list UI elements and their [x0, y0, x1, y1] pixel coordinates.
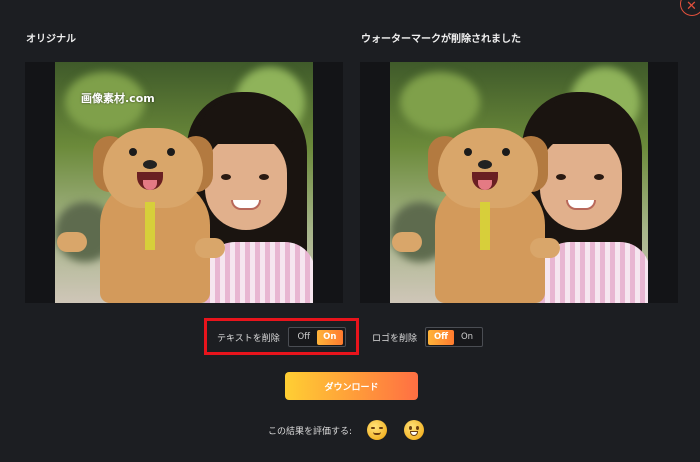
logo-remove-control: ロゴを削除 Off On	[372, 327, 484, 347]
logo-remove-on-option[interactable]: On	[454, 330, 480, 345]
result-photo	[390, 62, 648, 303]
smiling-face-icon[interactable]	[404, 420, 425, 440]
result-image-frame	[360, 62, 678, 303]
original-photo: 画像素材.com	[55, 62, 313, 303]
download-button[interactable]: ダウンロード	[285, 372, 418, 400]
logo-remove-off-option[interactable]: Off	[428, 329, 455, 345]
close-icon[interactable]: ✕	[680, 0, 700, 16]
original-panel-title: オリジナル	[26, 34, 76, 45]
original-image-frame: 画像素材.com	[25, 62, 343, 303]
neutral-face-icon[interactable]	[367, 420, 388, 440]
highlight-box	[204, 318, 359, 355]
result-panel-title: ウォーターマークが削除されました	[361, 34, 521, 45]
logo-remove-label: ロゴを削除	[372, 333, 418, 344]
rating-row: この結果を評価する:	[268, 420, 425, 440]
logo-remove-switch[interactable]: Off On	[425, 327, 484, 347]
rating-label: この結果を評価する:	[268, 426, 353, 437]
watermark-text: 画像素材.com	[81, 92, 155, 105]
